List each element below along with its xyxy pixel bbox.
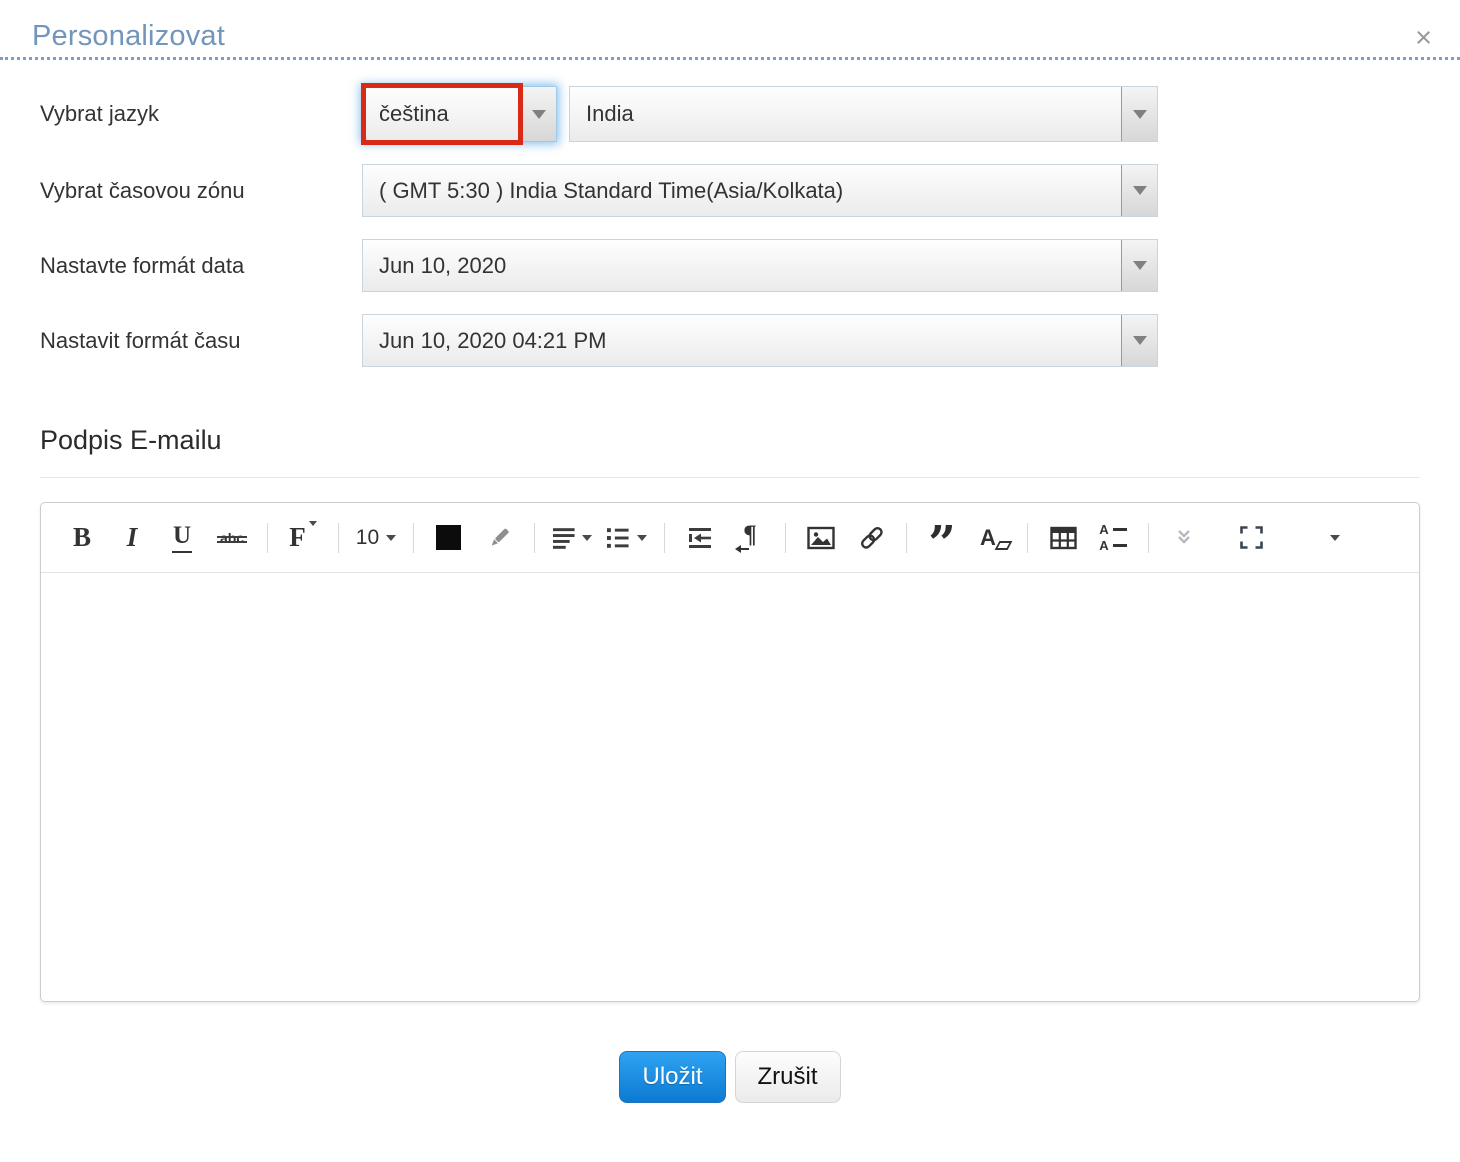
toolbar-separator — [785, 522, 786, 553]
dialog-footer: Uložit Zrušit — [0, 1051, 1460, 1103]
strikethrough-icon: abc — [216, 530, 248, 546]
country-select[interactable]: India — [569, 86, 1158, 142]
chevron-down-icon — [1330, 534, 1340, 541]
table-icon — [1049, 526, 1077, 549]
fullscreen-icon — [1239, 526, 1263, 549]
toolbar-separator — [1148, 522, 1149, 553]
underline-icon: U — [171, 522, 193, 553]
chevron-down-icon — [386, 534, 397, 541]
line-height-icon: A A — [1099, 523, 1127, 552]
strikethrough-button[interactable]: abc — [214, 515, 250, 561]
chevron-down-icon — [308, 520, 317, 526]
country-select-value: India — [586, 101, 634, 126]
fullscreen-button[interactable] — [1233, 515, 1269, 561]
date-format-select[interactable]: Jun 10, 2020 — [362, 239, 1158, 292]
chevron-down-icon — [1132, 186, 1147, 195]
time-format-select-arrow — [1121, 315, 1157, 366]
editor-toolbar: B I U abc F 10 ¶ ” A A A — [41, 503, 1419, 573]
date-format-select-arrow — [1121, 240, 1157, 291]
line-height-button[interactable]: A A — [1095, 515, 1131, 561]
text-color-button[interactable] — [431, 515, 467, 561]
date-format-row: Nastavte formát data Jun 10, 2020 — [40, 239, 1460, 292]
outdent-button[interactable] — [682, 515, 718, 561]
paragraph-direction-button[interactable]: ¶ — [732, 515, 768, 561]
font-family-icon: F — [289, 522, 306, 552]
dialog-header: Personalizovat × — [0, 0, 1460, 57]
toolbar-separator — [533, 522, 535, 553]
time-format-label: Nastavit formát času — [40, 327, 241, 353]
align-button[interactable] — [552, 515, 593, 561]
quote-icon: ” — [928, 515, 956, 561]
font-size-value: 10 — [355, 525, 380, 549]
timezone-select[interactable]: ( GMT 5:30 ) India Standard Time(Asia/Ko… — [362, 164, 1158, 217]
remove-format-button[interactable]: A — [974, 515, 1013, 561]
timezone-label: Vybrat časovou zónu — [40, 177, 245, 203]
cancel-button[interactable]: Zrušit — [734, 1051, 841, 1103]
editor-options-button[interactable] — [1317, 515, 1353, 561]
chevron-down-icon — [637, 534, 647, 541]
toolbar-separator — [1027, 522, 1028, 553]
outdent-icon — [689, 527, 711, 548]
chevron-down-icon — [1132, 336, 1147, 345]
underline-button[interactable]: U — [164, 515, 200, 561]
italic-button[interactable]: I — [114, 515, 150, 561]
personalize-dialog: Personalizovat × Vybrat jazyk čeština In… — [0, 0, 1460, 1162]
time-format-select[interactable]: Jun 10, 2020 04:21 PM — [362, 314, 1158, 367]
toolbar-separator — [267, 522, 268, 553]
personalize-form: Vybrat jazyk čeština India Vybrat časovo… — [0, 60, 1460, 367]
toolbar-separator — [412, 522, 414, 553]
image-icon — [807, 526, 835, 549]
bold-icon: B — [72, 522, 91, 552]
toolbar-separator — [664, 522, 665, 553]
language-select-value: čeština — [379, 101, 449, 126]
date-format-label: Nastavte formát data — [40, 252, 245, 278]
country-select-arrow — [1121, 87, 1157, 141]
font-size-button[interactable]: 10 — [355, 515, 397, 561]
timezone-row: Vybrat časovou zónu ( GMT 5:30 ) India S… — [40, 164, 1460, 217]
timezone-select-arrow — [1121, 165, 1157, 216]
insert-image-button[interactable] — [803, 515, 839, 561]
double-chevron-down-icon — [1178, 530, 1190, 544]
time-format-select-value: Jun 10, 2020 04:21 PM — [379, 327, 607, 353]
signature-editor-body[interactable] — [41, 573, 1419, 1001]
toolbar-separator — [906, 522, 907, 553]
chevron-down-icon — [1132, 109, 1147, 119]
language-label: Vybrat jazyk — [40, 101, 160, 126]
chevron-down-icon — [1132, 261, 1147, 270]
insert-table-button[interactable] — [1045, 515, 1081, 561]
signature-divider — [40, 477, 1420, 478]
highlight-color-button[interactable] — [481, 515, 517, 561]
language-select[interactable]: čeština — [361, 83, 557, 145]
language-select-arrow — [520, 87, 556, 141]
chevron-down-icon — [531, 109, 546, 119]
page-title: Personalizovat — [32, 20, 226, 52]
align-left-icon — [552, 527, 575, 549]
signature-editor: B I U abc F 10 ¶ ” A A A — [40, 502, 1420, 1002]
save-button[interactable]: Uložit — [619, 1051, 726, 1103]
bold-button[interactable]: B — [64, 515, 100, 561]
remove-format-icon: A — [980, 525, 1013, 551]
timezone-select-value: ( GMT 5:30 ) India Standard Time(Asia/Ko… — [379, 177, 844, 203]
bulleted-list-icon — [607, 527, 630, 548]
language-row: Vybrat jazyk čeština India — [40, 83, 1460, 145]
blockquote-button[interactable]: ” — [924, 515, 960, 561]
link-icon — [860, 526, 883, 549]
paragraph-icon: ¶ — [735, 521, 757, 555]
highlighter-icon — [491, 528, 509, 546]
italic-icon: I — [126, 522, 138, 552]
close-icon[interactable]: × — [1415, 24, 1432, 53]
date-format-select-value: Jun 10, 2020 — [379, 252, 507, 278]
font-family-button[interactable]: F — [285, 515, 321, 561]
text-color-icon — [436, 525, 462, 550]
insert-link-button[interactable] — [853, 515, 889, 561]
time-format-row: Nastavit formát času Jun 10, 2020 04:21 … — [40, 314, 1460, 367]
signature-heading: Podpis E-mailu — [40, 425, 222, 455]
toolbar-separator — [338, 522, 339, 553]
list-button[interactable] — [606, 515, 647, 561]
chevron-down-icon — [582, 534, 593, 541]
more-tools-button[interactable] — [1166, 515, 1202, 561]
